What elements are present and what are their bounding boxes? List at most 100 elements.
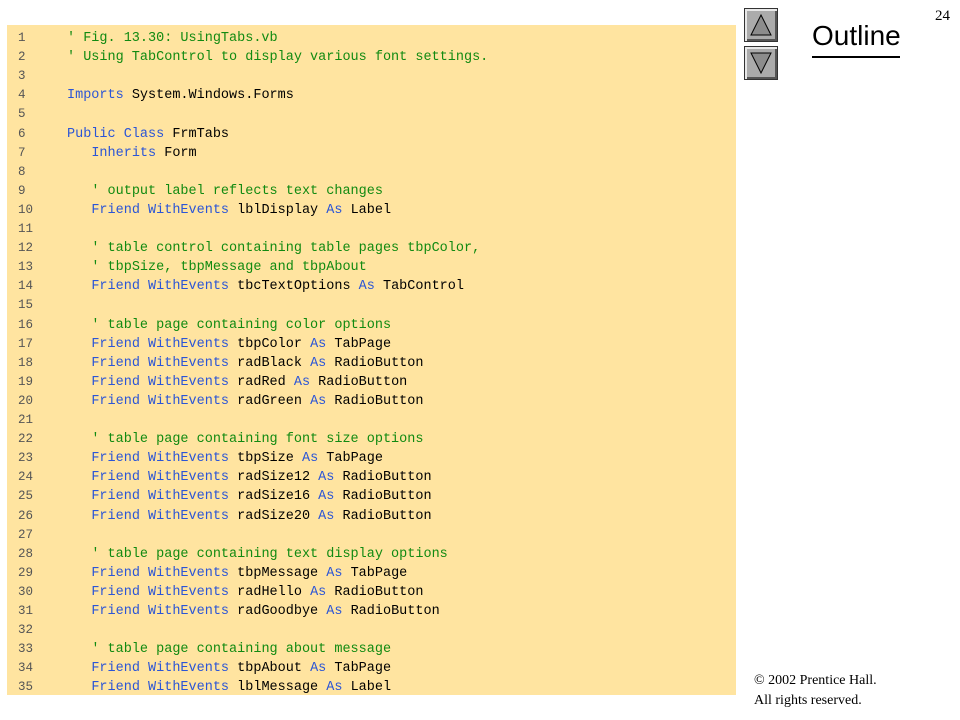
code-keyword: As	[326, 680, 343, 695]
code-token: TabPage	[318, 451, 383, 467]
code-token: radRed	[229, 374, 294, 390]
code-keyword: As	[310, 336, 327, 352]
line-number: 20	[18, 393, 34, 408]
code-token: tbpMessage	[229, 565, 327, 581]
code-keyword: Friend WithEvents	[91, 565, 230, 581]
code-text: Inherits Form	[67, 144, 196, 163]
line-number: 30	[18, 584, 34, 599]
code-keyword: Imports	[67, 88, 124, 104]
code-text: Imports System.Windows.Forms	[67, 86, 294, 105]
code-token: radSize16	[229, 489, 319, 505]
line-number: 31	[18, 604, 34, 618]
code-keyword: Friend WithEvents	[91, 279, 230, 295]
code-text: Friend WithEvents radSize12 As RadioButt…	[67, 468, 431, 487]
code-text: Friend WithEvents tbpAbout As TabPage	[67, 659, 391, 678]
code-text: Public Class FrmTabs	[67, 125, 229, 144]
code-token: Label	[342, 202, 392, 218]
code-keyword: Inherits	[91, 145, 157, 161]
code-keyword: As	[318, 470, 335, 486]
code-text: ' table page containing color options	[67, 316, 391, 335]
line-number: 21	[18, 413, 34, 427]
code-comment: ' output label reflects text changes	[91, 183, 383, 199]
line-number: 16	[18, 317, 34, 332]
code-keyword: Friend WithEvents	[91, 202, 230, 218]
code-comment: ' tbpSize, tbpMessage and tbpAbout	[91, 260, 367, 276]
code-token: RadioButton	[326, 393, 424, 409]
slide-number: 24	[935, 8, 950, 24]
line-number: 14	[18, 279, 34, 294]
code-comment: ' table page containing color options	[91, 317, 392, 333]
code-text: Friend WithEvents tbpSize As TabPage	[67, 449, 383, 468]
code-text: Friend WithEvents tbcTextOptions As TabC…	[67, 277, 464, 296]
code-token: FrmTabs	[164, 126, 230, 142]
line-number: 6	[18, 126, 26, 141]
line-number: 8	[18, 164, 26, 179]
code-keyword: As	[310, 661, 327, 677]
line-number: 3	[18, 69, 26, 84]
code-keyword: As	[293, 374, 311, 390]
code-keyword: Friend WithEvents	[91, 508, 230, 524]
line-number: 13	[18, 260, 34, 275]
code-text: ' table page containing font size option…	[67, 430, 423, 449]
line-number: 33	[18, 642, 34, 657]
code-token: radGoodbye	[229, 604, 327, 619]
code-token: lblMessage	[229, 680, 327, 695]
code-text: Friend WithEvents radSize16 As RadioButt…	[67, 487, 431, 506]
code-keyword: As	[318, 508, 335, 524]
code-token: radSize12	[229, 470, 319, 486]
line-number: 11	[18, 222, 34, 236]
code-token: tbpColor	[229, 336, 311, 352]
triangle-up-icon	[750, 14, 772, 36]
line-number: 1	[18, 31, 26, 45]
code-keyword: As	[318, 489, 335, 505]
code-token: RadioButton	[326, 355, 424, 371]
code-keyword: As	[326, 604, 343, 619]
code-text: Friend WithEvents radGoodbye As RadioBut…	[67, 602, 439, 621]
code-keyword: As	[326, 565, 343, 581]
code-comment: ' table page containing text display opt…	[91, 546, 448, 562]
line-number: 28	[18, 546, 34, 561]
code-comment: ' table page containing about message	[91, 642, 392, 658]
code-token: lblDisplay	[229, 202, 327, 218]
code-token: tbcTextOptions	[229, 279, 359, 295]
line-number: 26	[18, 508, 34, 523]
next-slide-button[interactable]	[744, 46, 778, 80]
code-comment: ' Using TabControl to display various fo…	[67, 50, 489, 66]
code-token: tbpAbout	[229, 661, 311, 677]
code-listing: 1 ' Fig. 13.30: UsingTabs.vb 2 ' Using TabC…	[7, 25, 736, 695]
code-text: ' table page containing about message	[67, 640, 391, 659]
previous-slide-button[interactable]	[744, 8, 778, 42]
code-keyword: Friend WithEvents	[91, 355, 230, 371]
code-text: ' table page containing text display opt…	[67, 545, 448, 564]
line-number: 19	[18, 374, 34, 389]
code-keyword: As	[326, 202, 343, 218]
code-text: ' table control containing table pages t…	[67, 239, 480, 258]
code-token: TabPage	[326, 336, 392, 352]
code-token: radBlack	[229, 355, 311, 371]
line-number: 10	[18, 202, 34, 217]
code-text: Friend WithEvents lblDisplay As Label	[67, 201, 391, 220]
code-token: TabPage	[326, 661, 392, 677]
outline-title: Outline	[812, 20, 901, 51]
code-text: Friend WithEvents tbpColor As TabPage	[67, 335, 391, 354]
line-number: 32	[18, 623, 34, 638]
code-keyword: Friend WithEvents	[91, 451, 230, 467]
code-text: ' Fig. 13.30: UsingTabs.vb	[67, 29, 278, 48]
line-number: 4	[18, 88, 26, 103]
